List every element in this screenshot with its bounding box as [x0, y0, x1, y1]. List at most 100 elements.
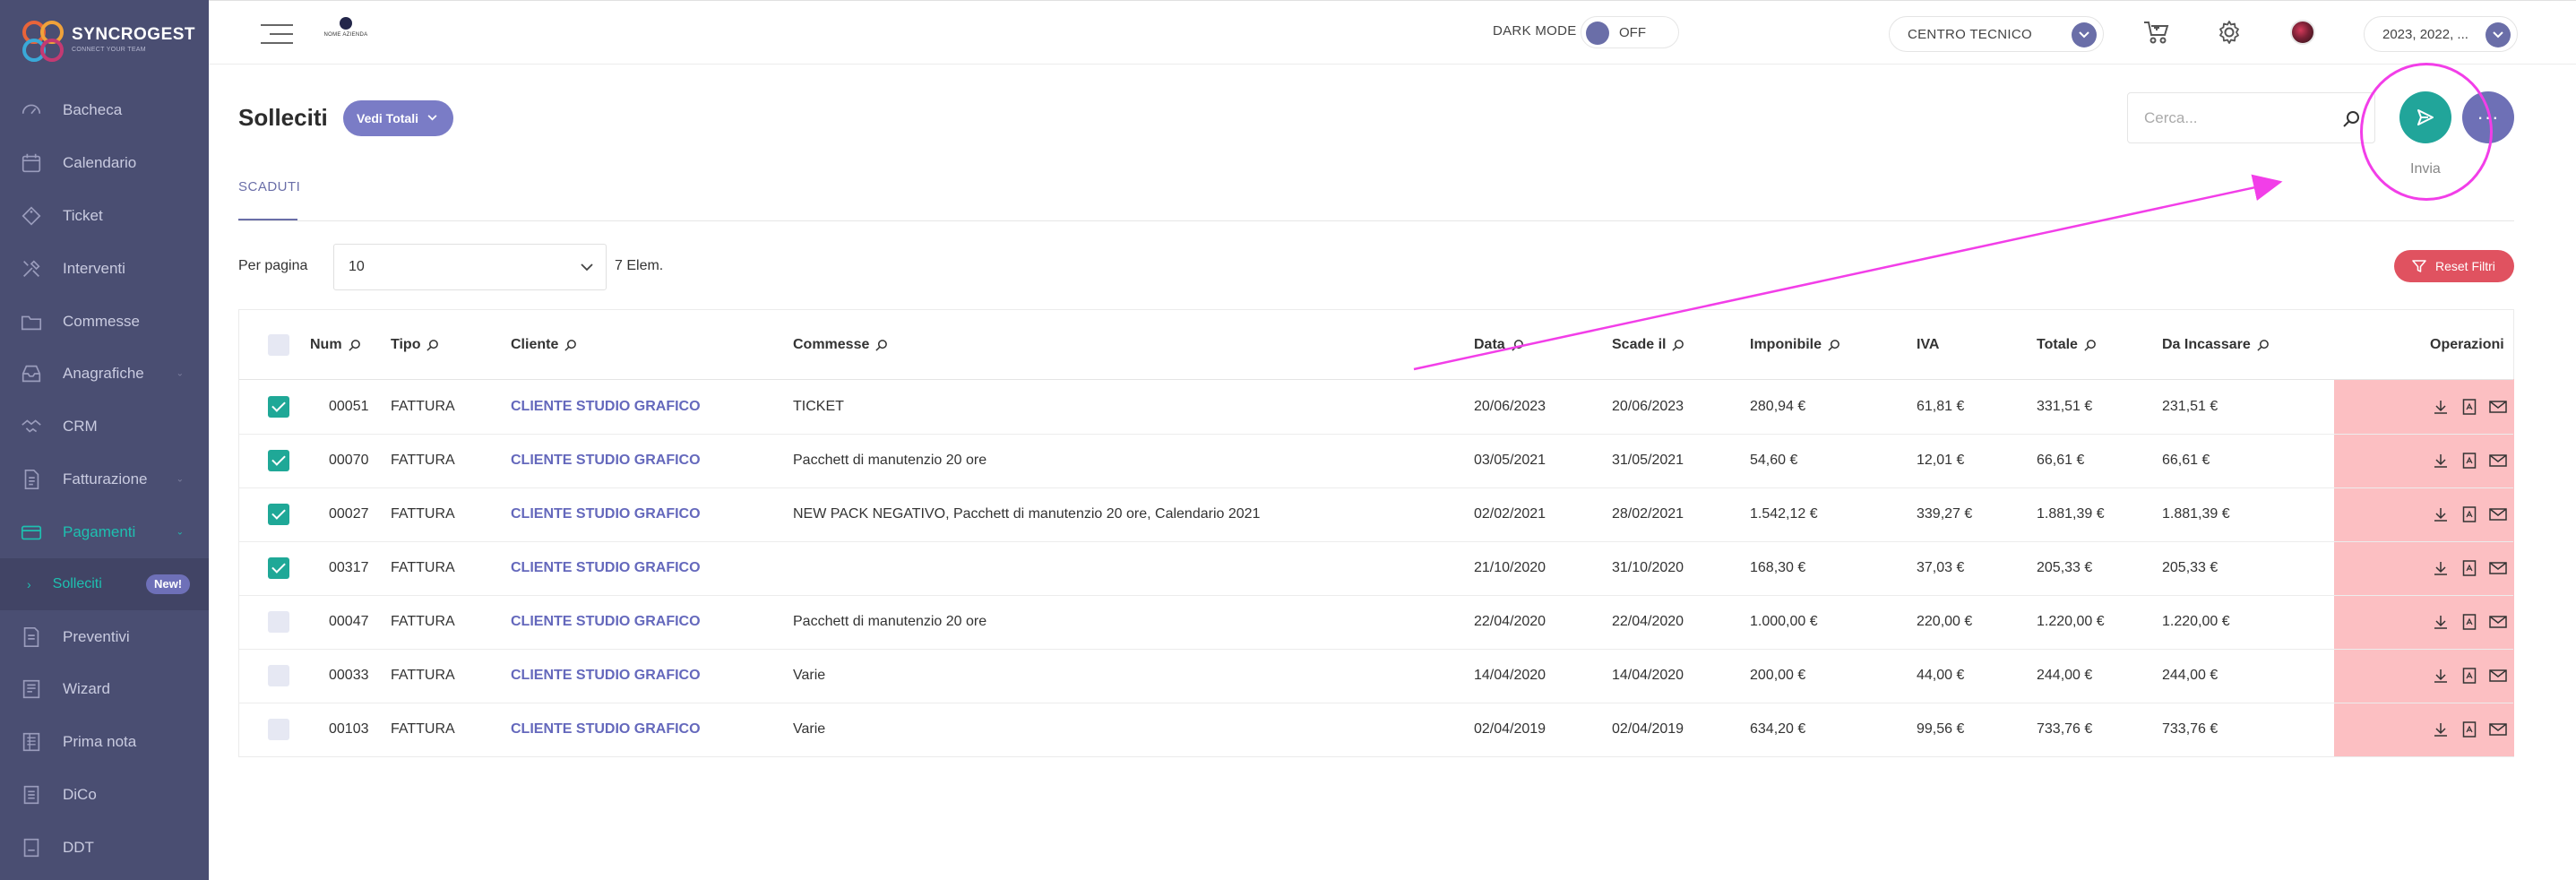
cell-totale: 331,51 €: [2037, 399, 2093, 414]
search-icon[interactable]: [1671, 339, 1684, 352]
cell-cliente[interactable]: CLIENTE STUDIO GRAFICO: [511, 668, 701, 684]
menu-toggle-icon[interactable]: [261, 24, 293, 44]
row-checkbox[interactable]: [268, 557, 289, 579]
search-icon[interactable]: [348, 339, 361, 352]
header-num-label: Num: [310, 337, 342, 352]
sidebar-item-dico[interactable]: DiCo: [0, 769, 209, 822]
sidebar-item-prima-nota[interactable]: Prima nota: [0, 716, 209, 769]
header-commesse[interactable]: Commesse: [793, 337, 888, 353]
row-checkbox[interactable]: [268, 719, 289, 740]
year-value: 2023, 2022, ...: [2382, 27, 2468, 42]
email-icon[interactable]: [2488, 505, 2508, 524]
search-icon[interactable]: [2083, 339, 2097, 352]
cell-scade: 31/10/2020: [1612, 560, 1684, 575]
sidebar-item-fatturazione[interactable]: Fatturazione ⌄: [0, 453, 209, 506]
search-icon[interactable]: [426, 339, 439, 352]
sidebar-item-preventivi[interactable]: Preventivi: [0, 610, 209, 663]
select-all-checkbox[interactable]: [268, 334, 289, 356]
company-logo[interactable]: NOME AZIENDA: [323, 17, 368, 49]
pdf-icon[interactable]: [2460, 451, 2479, 470]
vedi-totali-button[interactable]: Vedi Totali: [343, 100, 453, 136]
sidebar-item-ticket[interactable]: Ticket: [0, 190, 209, 243]
tab-scaduti[interactable]: SCADUTI: [238, 179, 300, 194]
download-icon[interactable]: [2431, 451, 2451, 470]
settings-gear-icon[interactable]: [2215, 18, 2244, 47]
per-page-select[interactable]: 10: [333, 244, 607, 290]
tab-divider: [238, 220, 2514, 221]
header-cliente[interactable]: Cliente: [511, 337, 577, 353]
header-scade-il[interactable]: Scade il: [1612, 337, 1684, 353]
pdf-icon[interactable]: [2460, 720, 2479, 739]
sidebar-item-bacheca[interactable]: Bacheca: [0, 84, 209, 137]
download-icon[interactable]: [2431, 666, 2451, 686]
cell-cliente[interactable]: CLIENTE STUDIO GRAFICO: [511, 399, 701, 415]
download-icon[interactable]: [2431, 397, 2451, 417]
header-imponibile[interactable]: Imponibile: [1750, 337, 1840, 353]
centro-select[interactable]: CENTRO TECNICO: [1889, 16, 2104, 52]
cell-cliente[interactable]: CLIENTE STUDIO GRAFICO: [511, 614, 701, 630]
download-icon[interactable]: [2431, 612, 2451, 632]
cell-data: 03/05/2021: [1474, 453, 1546, 468]
sidebar-subitem-solleciti[interactable]: › Solleciti New!: [0, 558, 209, 611]
row-checkbox[interactable]: [268, 450, 289, 471]
sidebar-item-crm[interactable]: CRM: [0, 401, 209, 453]
reset-filters-button[interactable]: Reset Filtri: [2394, 250, 2514, 282]
year-select[interactable]: 2023, 2022, ...: [2364, 16, 2518, 52]
sidebar-item-anagrafiche[interactable]: Anagrafiche ⌄: [0, 348, 209, 401]
sidebar-item-commesse[interactable]: Commesse: [0, 295, 209, 348]
row-checkbox[interactable]: [268, 504, 289, 525]
download-icon[interactable]: [2431, 505, 2451, 524]
email-icon[interactable]: [2488, 451, 2508, 470]
cell-tipo: FATTURA: [391, 668, 455, 683]
email-icon[interactable]: [2488, 666, 2508, 686]
row-checkbox[interactable]: [268, 611, 289, 633]
cell-cliente[interactable]: CLIENTE STUDIO GRAFICO: [511, 453, 701, 469]
search-input[interactable]: [2144, 108, 2323, 129]
search-icon[interactable]: [2340, 108, 2362, 130]
send-button[interactable]: [2399, 91, 2451, 143]
row-checkbox[interactable]: [268, 665, 289, 686]
header-data[interactable]: Data: [1474, 337, 1524, 353]
row-checkbox[interactable]: [268, 396, 289, 418]
pdf-icon[interactable]: [2460, 666, 2479, 686]
dark-mode-toggle[interactable]: OFF: [1581, 16, 1679, 48]
download-icon[interactable]: [2431, 558, 2451, 578]
search-icon[interactable]: [2256, 339, 2270, 352]
cell-cliente[interactable]: CLIENTE STUDIO GRAFICO: [511, 560, 701, 576]
email-icon[interactable]: [2488, 720, 2508, 739]
header-tipo[interactable]: Tipo: [391, 337, 439, 353]
pdf-icon[interactable]: [2460, 505, 2479, 524]
pdf-icon[interactable]: [2460, 397, 2479, 417]
search-icon[interactable]: [564, 339, 577, 352]
search-icon[interactable]: [874, 339, 888, 352]
cell-cliente[interactable]: CLIENTE STUDIO GRAFICO: [511, 721, 701, 738]
header-operazioni: Operazioni: [2430, 337, 2504, 353]
header-totale[interactable]: Totale: [2037, 337, 2097, 353]
email-icon[interactable]: [2488, 397, 2508, 417]
cart-icon[interactable]: [2141, 18, 2170, 47]
cell-cliente[interactable]: CLIENTE STUDIO GRAFICO: [511, 506, 701, 522]
pdf-icon[interactable]: [2460, 612, 2479, 632]
email-icon[interactable]: [2488, 558, 2508, 578]
download-icon[interactable]: [2431, 720, 2451, 739]
sidebar-item-wizard[interactable]: Wizard: [0, 663, 209, 716]
pdf-icon[interactable]: [2460, 558, 2479, 578]
header-da-incassare[interactable]: Da Incassare: [2162, 337, 2270, 353]
cell-tipo: FATTURA: [391, 399, 455, 414]
cell-totale: 1.220,00 €: [2037, 614, 2105, 629]
brand[interactable]: SYNCROGEST CONNECT YOUR TEAM: [20, 18, 199, 68]
row-operations: [2431, 505, 2508, 524]
more-options-button[interactable]: ···: [2462, 91, 2514, 143]
header-iva-label: IVA: [1917, 337, 1940, 352]
sidebar-item-calendario[interactable]: Calendario: [0, 137, 209, 190]
user-avatar[interactable]: [2290, 20, 2315, 45]
sidebar-item-ddt[interactable]: DDT: [0, 821, 209, 874]
search-icon[interactable]: [1511, 339, 1524, 352]
sidebar-item-interventi[interactable]: Interventi: [0, 242, 209, 295]
sidebar-item-pagamenti[interactable]: Pagamenti ⌄: [0, 505, 209, 558]
search-icon[interactable]: [1827, 339, 1840, 352]
sidebar-item-label: Fatturazione: [63, 470, 148, 487]
email-icon[interactable]: [2488, 612, 2508, 632]
company-name: NOME AZIENDA: [323, 32, 368, 38]
header-num[interactable]: Num: [310, 337, 361, 353]
